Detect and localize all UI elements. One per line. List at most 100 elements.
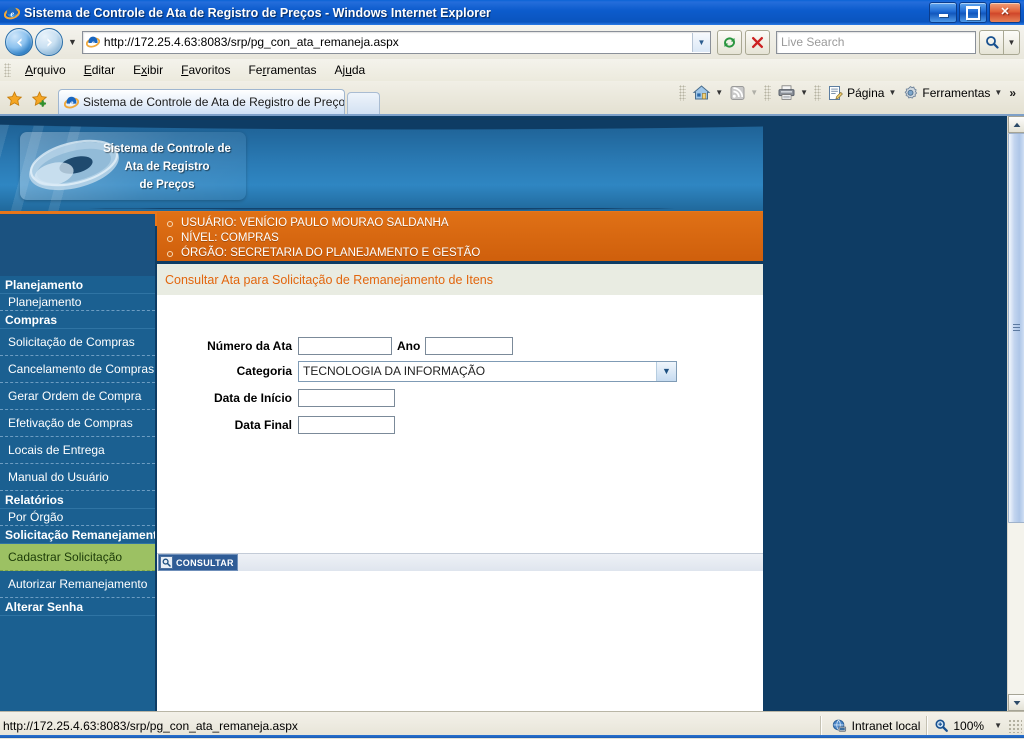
- url-dropdown-button[interactable]: ▼: [692, 32, 710, 52]
- sidebar-item-locais-de-entrega[interactable]: Locais de Entrega: [0, 437, 155, 464]
- menu-editar[interactable]: Editar: [75, 61, 124, 79]
- sidebar-item-label: Solicitação de Compras: [8, 335, 135, 349]
- search-input[interactable]: [777, 34, 975, 50]
- consultar-button[interactable]: CONSULTAR: [158, 554, 238, 571]
- categoria-label: Categoria: [236, 364, 292, 378]
- form-row-data-final: Data Final: [157, 411, 763, 439]
- sidebar-item-solicita-o-de-compras[interactable]: Solicitação de Compras: [0, 329, 155, 356]
- scrollbar-track[interactable]: [1008, 133, 1024, 694]
- page-menu-label: Página: [847, 85, 885, 100]
- sidebar-item-efetiva-o-de-compras[interactable]: Efetivação de Compras: [0, 410, 155, 437]
- back-button[interactable]: [5, 28, 33, 56]
- security-zone[interactable]: Intranet local: [828, 718, 921, 733]
- menu-arquivo[interactable]: Arquivo: [16, 61, 75, 79]
- new-tab-button[interactable]: [347, 92, 380, 114]
- sidebar-nav: Planejamento Planejamento Compras Solicitaç…: [0, 276, 155, 616]
- search-go-button[interactable]: [979, 29, 1004, 55]
- chevron-down-icon[interactable]: ▼: [656, 361, 676, 381]
- zoom-caret-icon[interactable]: ▼: [994, 721, 1002, 730]
- sidebar-item-label: Relatórios: [5, 492, 64, 507]
- menu-ferramentas[interactable]: Ferramentas: [239, 61, 325, 79]
- tools-caret-icon[interactable]: ▼: [994, 88, 1002, 97]
- minimize-button[interactable]: [929, 2, 957, 23]
- tab-bar: e Sistema de Controle de Ata de Registro…: [0, 81, 1024, 116]
- page-title: Consultar Ata para Solicitação de Remane…: [165, 272, 493, 287]
- scroll-up-button[interactable]: [1008, 116, 1024, 133]
- security-zone-label: Intranet local: [851, 718, 921, 733]
- gear-icon: [904, 85, 918, 99]
- favorites-star-icon[interactable]: [6, 91, 23, 107]
- categoria-select[interactable]: TECNOLOGIA DA INFORMAÇÃO ▼: [298, 360, 677, 382]
- sidebar-item-por-rg-o[interactable]: Por Órgão: [0, 509, 155, 526]
- command-overflow-icon[interactable]: »: [1009, 86, 1016, 100]
- tab-title: Sistema de Controle de Ata de Registro d…: [83, 95, 344, 109]
- print-caret-icon[interactable]: ▼: [800, 88, 808, 97]
- window-title: Sistema de Controle de Ata de Registro d…: [24, 5, 491, 20]
- menu-favoritos-label: avoritos: [188, 63, 231, 77]
- menu-favoritos[interactable]: Favoritos: [172, 61, 239, 79]
- print-button[interactable]: ▼: [774, 84, 811, 101]
- sidebar-item-cancelamento-de-compras[interactable]: Cancelamento de Compras: [0, 356, 155, 383]
- maximize-button[interactable]: [959, 2, 987, 23]
- browser-tab[interactable]: e Sistema de Controle de Ata de Registro…: [58, 89, 345, 114]
- tools-menu-button[interactable]: Ferramentas ▼: [899, 85, 1005, 101]
- sidebar-item-gerar-ordem-de-compra[interactable]: Gerar Ordem de Compra: [0, 383, 155, 410]
- zoom-control[interactable]: 100% ▼: [934, 718, 1002, 733]
- site-banner: Sistema de Controle de Ata de Registro d…: [0, 118, 763, 213]
- sidebar-item-compras: Compras: [0, 311, 155, 329]
- sidebar-item-planejamento[interactable]: Planejamento: [0, 294, 155, 311]
- stop-button[interactable]: [745, 29, 770, 55]
- page-menu-button[interactable]: Página ▼: [824, 85, 899, 101]
- feeds-button[interactable]: ▼: [726, 85, 761, 101]
- internet-explorer-icon: e: [4, 5, 20, 21]
- command-bar: ▼ ▼ ▼ Página ▼ Ferramentas ▼ »: [676, 76, 1024, 114]
- data-inicio-input[interactable]: [298, 389, 395, 407]
- menu-exibir-label: ibir: [147, 63, 164, 77]
- sidebar-item-label: Autorizar Remanejamento: [8, 577, 148, 591]
- sidebar-item-label: Manual do Usuário: [8, 470, 109, 484]
- data-final-label: Data Final: [234, 418, 292, 432]
- page-caret-icon[interactable]: ▼: [888, 88, 896, 97]
- intranet-icon: [832, 719, 846, 732]
- page-content: Número da Ata Ano Categoria TECNOLOGIA D…: [157, 295, 763, 711]
- sidebar-item-label: Cadastrar Solicitação: [8, 550, 123, 564]
- status-sep-2: [926, 716, 929, 735]
- home-button[interactable]: ▼: [689, 84, 726, 101]
- url-bar[interactable]: e http://172.25.4.63:8083/srp/pg_con_ata…: [81, 30, 711, 54]
- menu-ajuda-label: da: [351, 63, 366, 77]
- data-inicio-label: Data de Início: [213, 391, 292, 405]
- add-favorite-icon[interactable]: [31, 91, 48, 107]
- menu-exibir[interactable]: Exibir: [124, 61, 172, 79]
- refresh-button[interactable]: [717, 29, 742, 55]
- logo-text: Sistema de Controle de Ata de Registro d…: [92, 140, 242, 194]
- form-row-numero-ata: Número da Ata Ano: [157, 332, 763, 360]
- search-dropdown-button[interactable]: ▼: [1004, 29, 1020, 55]
- menu-grip-icon[interactable]: [4, 63, 11, 77]
- command-bar-grip-icon[interactable]: [679, 84, 687, 101]
- site-logo: Sistema de Controle de Ata de Registro d…: [20, 132, 246, 200]
- form-row-data-inicio: Data de Início: [157, 384, 763, 412]
- history-dropdown-icon[interactable]: ▼: [68, 37, 77, 47]
- page-favicon: e: [85, 36, 100, 48]
- resize-grip-icon[interactable]: [1008, 718, 1022, 733]
- home-caret-icon[interactable]: ▼: [715, 88, 723, 97]
- data-final-input[interactable]: [298, 416, 395, 434]
- search-box[interactable]: [776, 30, 976, 54]
- forward-button[interactable]: [35, 28, 63, 56]
- svg-text:e: e: [10, 9, 14, 18]
- tab-favicon: e: [64, 96, 79, 108]
- ano-input[interactable]: [425, 337, 514, 355]
- menu-ajuda[interactable]: Ajuda: [326, 61, 375, 79]
- sidebar-item-cadastrar-solicita-o[interactable]: Cadastrar Solicitação: [0, 544, 155, 571]
- numero-ata-input[interactable]: [298, 337, 392, 355]
- form-action-bar: CONSULTAR: [157, 553, 763, 571]
- scrollbar-thumb[interactable]: [1008, 133, 1024, 523]
- form-row-categoria: Categoria TECNOLOGIA DA INFORMAÇÃO ▼: [157, 357, 763, 385]
- vertical-scrollbar[interactable]: [1007, 116, 1024, 711]
- search-icon: [160, 556, 173, 569]
- info-nivel: NÍVEL: COMPRAS: [157, 231, 763, 246]
- close-button[interactable]: ✕: [989, 2, 1021, 23]
- sidebar-item-manual-do-usu-rio[interactable]: Manual do Usuário: [0, 464, 155, 491]
- scroll-down-button[interactable]: [1008, 694, 1024, 711]
- sidebar-item-autorizar-remanejamento[interactable]: Autorizar Remanejamento: [0, 571, 155, 598]
